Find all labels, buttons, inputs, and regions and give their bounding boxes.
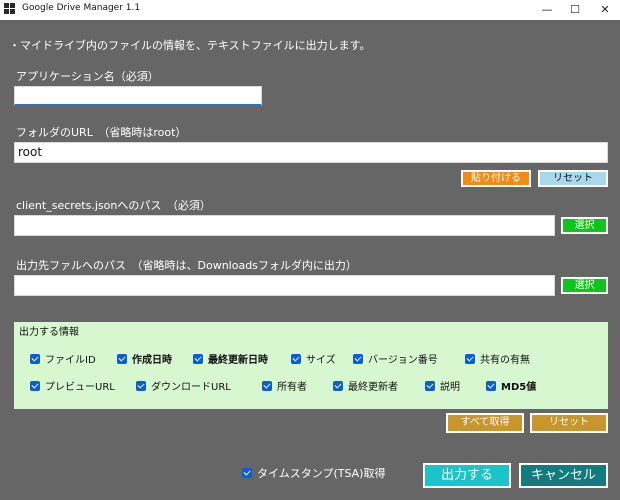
client-secrets-select-button[interactable]: 選択 (561, 217, 608, 234)
cancel-button[interactable]: キャンセル (519, 463, 608, 488)
checkbox-icon (30, 354, 40, 364)
folder-url-reset-button[interactable]: リセット (538, 170, 608, 187)
output-info-panel: 出力する情報 ファイルID 作成日時 最終更新日時 サイズ バージョン番号 共有… (14, 322, 608, 409)
checkbox-last-modifier[interactable]: 最終更新者 (333, 381, 398, 395)
select-all-button[interactable]: すべて取得 (446, 413, 524, 433)
output-file-label: 出力先ファルへのパス （省略時は、Downloadsフォルダ内に出力） (16, 259, 357, 272)
checkbox-owner[interactable]: 所有者 (262, 381, 307, 395)
client-secrets-label: client_secrets.jsonへのパス （必須） (16, 199, 211, 212)
checkbox-md5[interactable]: MD5値 (486, 381, 536, 395)
title-bar: Google Drive Manager 1.1 — ☐ ✕ (0, 0, 620, 20)
checkbox-description[interactable]: 説明 (425, 381, 460, 395)
checkbox-icon (262, 381, 272, 391)
app-name-label: アプリケーション名（必須） (16, 70, 159, 83)
output-file-input[interactable] (14, 275, 555, 296)
checkbox-icon (136, 381, 146, 391)
folder-url-label: フォルダのURL （省略時はroot） (16, 126, 187, 139)
checkbox-preview-url[interactable]: プレビューURL (30, 381, 115, 395)
output-file-select-button[interactable]: 選択 (561, 277, 608, 294)
paste-button[interactable]: 貼り付ける (461, 170, 531, 187)
checkbox-icon (486, 381, 496, 391)
description-text: ・マイドライブ内のファイルの情報を、テキストファイルに出力します。 (9, 39, 371, 52)
checkbox-timestamp[interactable]: タイムスタンプ(TSA)取得 (242, 467, 385, 481)
checkbox-icon (30, 381, 40, 391)
checkbox-file-id[interactable]: ファイルID (30, 354, 96, 368)
output-info-title: 出力する情報 (19, 327, 79, 338)
info-reset-button[interactable]: リセット (530, 413, 608, 433)
checkbox-icon (291, 354, 301, 364)
window-title: Google Drive Manager 1.1 (22, 3, 141, 13)
checkbox-icon (117, 354, 127, 364)
folder-url-input[interactable]: root (14, 142, 608, 163)
checkbox-icon (242, 468, 252, 478)
client-secrets-input[interactable] (14, 215, 555, 236)
checkbox-version[interactable]: バージョン番号 (353, 354, 438, 368)
output-button[interactable]: 出力する (423, 463, 511, 488)
checkbox-icon (193, 354, 203, 364)
checkbox-icon (425, 381, 435, 391)
app-name-input[interactable] (14, 86, 262, 106)
close-button[interactable]: ✕ (588, 0, 620, 20)
checkbox-icon (465, 354, 475, 364)
checkbox-created-time[interactable]: 作成日時 (117, 354, 172, 368)
checkbox-modified-time[interactable]: 最終更新日時 (193, 354, 268, 368)
checkbox-icon (333, 381, 343, 391)
app-icon (4, 3, 16, 15)
checkbox-download-url[interactable]: ダウンロードURL (136, 381, 231, 395)
checkbox-shared[interactable]: 共有の有無 (465, 354, 530, 368)
checkbox-icon (353, 354, 363, 364)
checkbox-size[interactable]: サイズ (291, 354, 336, 368)
maximize-button[interactable]: ☐ (558, 0, 592, 20)
